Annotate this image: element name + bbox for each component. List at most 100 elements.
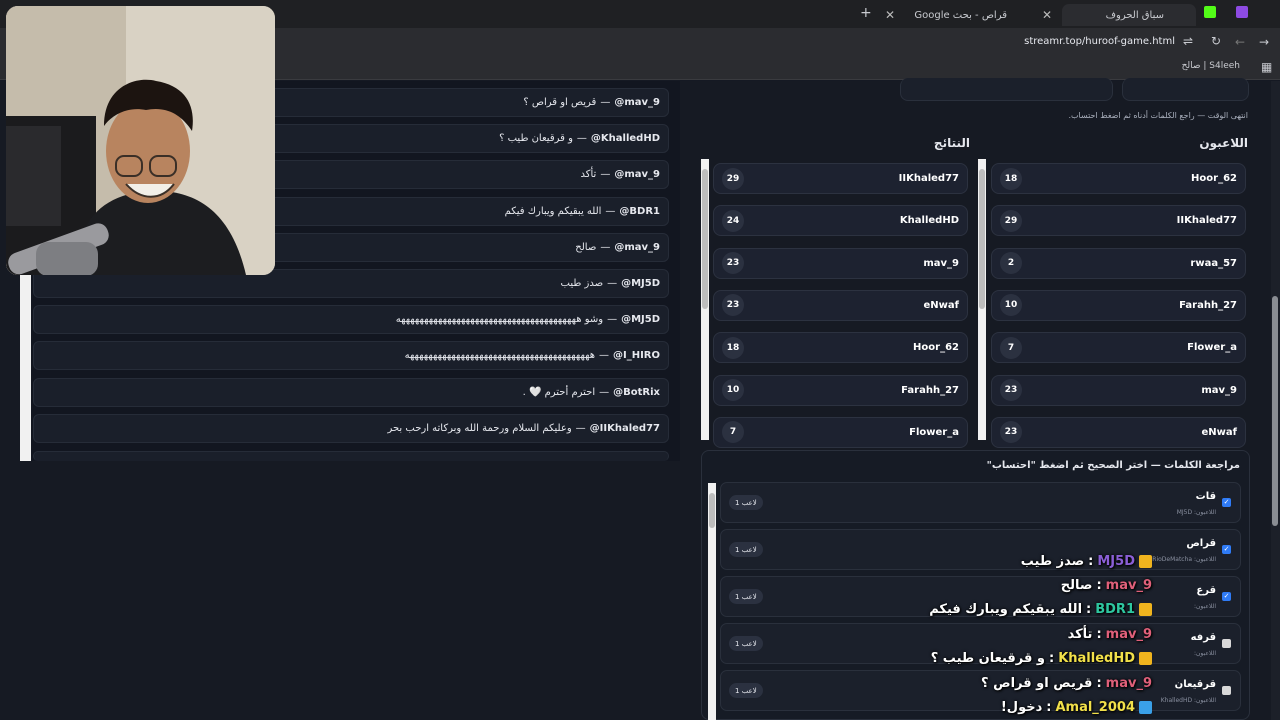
tab-search-icon[interactable] (1236, 6, 1248, 18)
players-row: 2 rwaa_57 (991, 247, 1246, 279)
kick-icon[interactable] (1204, 6, 1216, 18)
message-separator: — (599, 386, 610, 398)
players-row: 29 IIKhaled77 (991, 205, 1246, 237)
overlay-text: صالح (1060, 577, 1093, 593)
chat-text: الله يبقيكم ويبارك فيكم (504, 205, 602, 217)
overlay-username: BDR1 (1095, 601, 1135, 617)
chat-text: وشو هههههههههههههههههههههههههههههههههههه… (395, 314, 604, 326)
score-badge: 23 (722, 294, 744, 317)
score-badge: 10 (722, 379, 744, 401)
score-badge: 23 (1000, 421, 1022, 444)
players-row: 7 Flower_a (991, 332, 1246, 364)
message-separator: — (576, 133, 587, 145)
overlay-separator: : (1088, 553, 1094, 569)
word-review-item[interactable]: 1 لاعب قات اللاعبون: MJ5D ✓ (720, 482, 1241, 523)
player-name: eNwaf (1201, 426, 1238, 438)
site-settings-icon[interactable]: ⇌ (1183, 34, 1193, 48)
new-tab-button[interactable]: + (860, 5, 872, 21)
score-badge: 29 (1000, 209, 1022, 232)
player-name: eNwaf (923, 299, 960, 311)
player-name: Flower_a (1187, 342, 1237, 354)
chat-message: MJ5D@ — وشو هههههههههههههههههههههههههههههه… (33, 305, 669, 335)
player-count-badge: 1 لاعب (729, 495, 763, 510)
word-checkbox[interactable]: ✓ (1222, 545, 1231, 554)
chat-text: وعليكم السلام ورحمة الله وبركاته ارحب بح… (387, 422, 572, 434)
player-name: Farahh_27 (901, 384, 959, 396)
message-separator: — (605, 205, 616, 217)
overlay-chat-line: mav_9: صالح (1061, 574, 1152, 596)
overlay-text: الله يبقيكم ويبارك فيكم (929, 601, 1083, 617)
badge-icon (1139, 651, 1152, 665)
chat-text: قريص او قراص ؟ (523, 97, 597, 108)
chat-username: MJ5D@ (621, 278, 660, 289)
overlay-chat-line: BDR1: الله يبقيكم ويبارك فيكم (929, 598, 1152, 620)
score-badge: 18 (1000, 167, 1022, 190)
overlay-chat-line: Amal_2004: دخول! (1001, 696, 1152, 718)
word-title: قات (1195, 491, 1216, 502)
overlay-separator: : (1096, 626, 1102, 642)
results-row: 10 Farahh_27 (713, 374, 968, 406)
overlay-username: mav_9 (1105, 577, 1152, 593)
overlay-username: MJ5D (1097, 553, 1135, 569)
results-scrollbar[interactable] (701, 159, 709, 440)
chat-message: IIKhaled77@ — وعليكم السلام ورحمة الله وبر… (33, 413, 669, 443)
back-icon[interactable]: ← (1235, 35, 1245, 49)
chat-text: صدز طيب (560, 278, 604, 289)
results-title: النتائج (933, 136, 970, 150)
overlay-chat-line: mav_9: تأكد (1068, 623, 1152, 645)
tab-huroof-game[interactable]: سباق الحروف ✕ (1042, 4, 1196, 26)
results-row: 23 mav_9 (713, 247, 968, 279)
players-title: اللاعبون (1199, 136, 1248, 150)
results-row: 23 eNwaf (713, 289, 968, 321)
word-checkbox[interactable]: ✓ (1222, 498, 1231, 507)
results-row: 7 Flower_a (713, 416, 968, 448)
tab-google-search[interactable]: قراص - بحث Google ✕ (885, 4, 1039, 26)
bookmark-item[interactable]: S4leeh | صالح (1150, 61, 1240, 71)
streamer-video (6, 6, 275, 275)
word-players: اللاعبون: (1194, 650, 1216, 657)
players-row: 23 mav_9 (991, 374, 1246, 406)
overlay-username: mav_9 (1105, 675, 1152, 691)
message-separator: — (600, 97, 611, 108)
chat-message (33, 451, 669, 461)
chat-username: IIKhaled77@ (589, 422, 660, 434)
close-icon[interactable]: ✕ (1042, 8, 1052, 22)
score-badge: 29 (722, 167, 744, 190)
player-name: mav_9 (923, 257, 959, 269)
word-checkbox[interactable] (1222, 639, 1231, 648)
player-count-badge: 1 لاعب (729, 542, 763, 557)
tab-title: سباق الحروف (1105, 9, 1164, 21)
overlay-text: تأكد (1067, 626, 1093, 642)
overlay-text: قريص او قراص ؟ (981, 675, 1093, 691)
players-scrollbar[interactable] (978, 159, 986, 440)
overlay-separator: : (1046, 699, 1052, 715)
players-row: 10 Farahh_27 (991, 289, 1246, 321)
chat-username: mav_9@ (614, 241, 660, 253)
chat-scrollbar[interactable] (20, 274, 31, 461)
word-players: اللاعبون: KhalledHD (1160, 697, 1216, 704)
score-badge: 23 (722, 252, 744, 275)
overlay-username: mav_9 (1105, 626, 1152, 642)
close-icon[interactable]: ✕ (885, 8, 895, 22)
review-scrollbar[interactable] (708, 483, 716, 720)
word-title: قرقيعان (1174, 679, 1216, 690)
score-badge: 10 (1000, 294, 1022, 317)
score-badge: 2 (1000, 252, 1022, 275)
score-badge: 7 (1000, 336, 1022, 359)
page-scrollbar[interactable] (1271, 81, 1280, 720)
forward-icon[interactable]: → (1259, 35, 1269, 49)
word-players: اللاعبون: (1194, 603, 1216, 610)
word-checkbox[interactable]: ✓ (1222, 592, 1231, 601)
word-review-item[interactable]: 1 لاعب قراص اللاعبون: RioDeMatcha ✓ (720, 529, 1241, 570)
apps-icon[interactable]: ▦ (1261, 60, 1272, 74)
reload-icon[interactable]: ↻ (1211, 34, 1221, 48)
player-name: mav_9 (1201, 384, 1237, 396)
player-name: KhalledHD (899, 215, 959, 227)
address-bar[interactable]: streamr.top/huroof-game.html (1000, 36, 1175, 47)
chat-text: احترم أحترم 🤍 . (522, 386, 596, 398)
word-title: قراص (1186, 538, 1216, 549)
overlay-chat-line: MJ5D: صدز طيب (1021, 550, 1152, 572)
chat-text: صالح (575, 241, 597, 253)
overlay-chat-line: mav_9: قريص او قراص ؟ (981, 672, 1152, 694)
word-checkbox[interactable] (1222, 686, 1231, 695)
